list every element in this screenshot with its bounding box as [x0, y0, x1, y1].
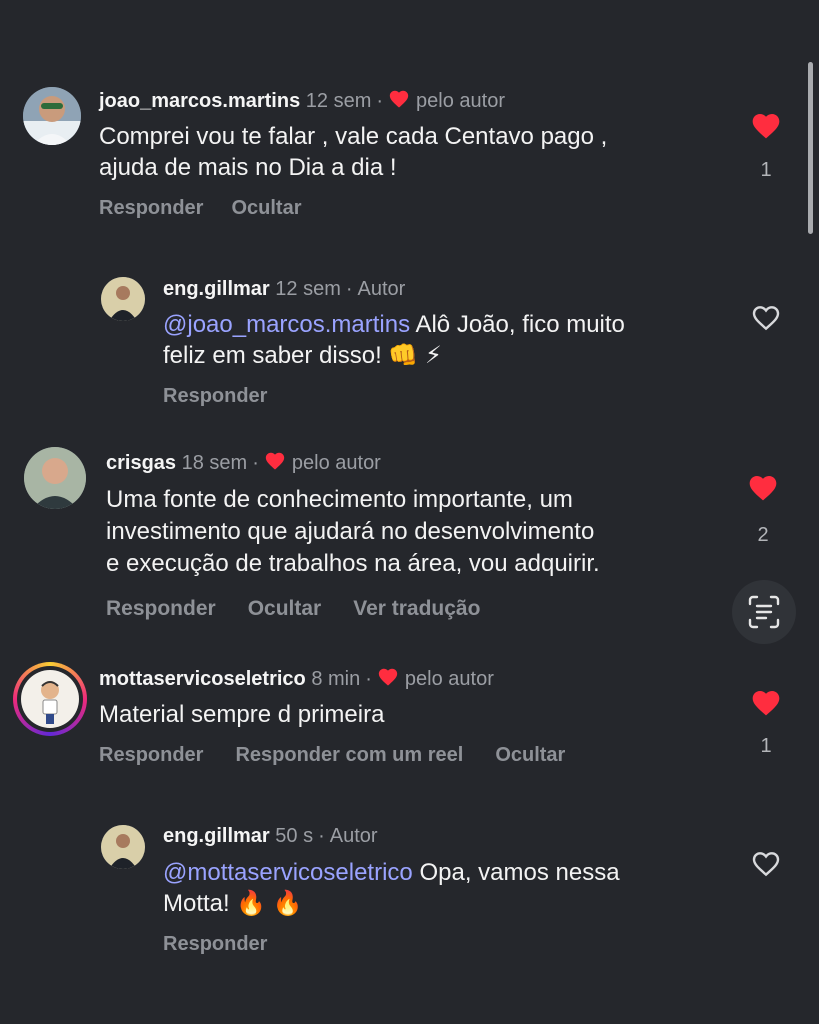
author-label: Autor: [357, 278, 406, 300]
avatar[interactable]: [24, 447, 86, 509]
like-button[interactable]: [746, 687, 786, 724]
text-scan-icon: [748, 595, 780, 629]
scrollbar[interactable]: [808, 62, 813, 234]
avatar-story-ring[interactable]: [13, 662, 87, 736]
heart-outline-icon: [750, 848, 782, 880]
hide-button[interactable]: Ocultar: [495, 744, 565, 766]
hide-button[interactable]: Ocultar: [231, 197, 301, 219]
timestamp: 12 sem: [275, 278, 341, 300]
reply-button[interactable]: Responder: [99, 197, 203, 219]
like-button[interactable]: [743, 472, 783, 509]
timestamp: 50 s: [275, 825, 314, 847]
comment-actions: Responder: [163, 933, 295, 956]
like-count: 1: [760, 159, 772, 181]
liked-by-author-label: pelo autor: [416, 90, 505, 112]
comment-header: crisgas 18 sem · pelo autor: [106, 450, 381, 474]
comment-text: @mottaservicoseletrico Opa, vamos nessa …: [163, 859, 620, 917]
comment-text: Material sempre d primeira: [99, 701, 385, 728]
comment-actions: Responder Responder com um reel Ocultar: [99, 744, 593, 767]
comment-actions: Responder: [163, 385, 295, 408]
reply-button[interactable]: Responder: [99, 744, 203, 766]
author-label: Autor: [329, 825, 378, 847]
timestamp: 18 sem: [181, 452, 248, 474]
see-translation-button[interactable]: Ver tradução: [353, 597, 480, 620]
username[interactable]: mottaservicoseletrico: [99, 668, 306, 690]
comment-text: @joao_marcos.martins Alô João, fico muit…: [163, 311, 625, 369]
reply-with-reel-button[interactable]: Responder com um reel: [235, 744, 463, 766]
heart-outline-icon: [750, 302, 782, 334]
like-button[interactable]: [746, 848, 786, 885]
mention-link[interactable]: @mottaservicoseletrico: [163, 859, 413, 886]
username[interactable]: crisgas: [106, 452, 176, 474]
like-button[interactable]: [746, 110, 786, 147]
avatar[interactable]: [101, 825, 145, 869]
like-count: 1: [760, 735, 772, 757]
comment-header: mottaservicoseletrico 8 min · pelo autor: [99, 666, 494, 690]
timestamp: 12 sem: [305, 90, 372, 112]
username[interactable]: eng.gillmar: [163, 825, 270, 847]
reply-button[interactable]: Responder: [163, 933, 267, 955]
comment-text: Uma fonte de conhecimento importante, um…: [106, 486, 600, 577]
reply-button[interactable]: Responder: [163, 385, 267, 407]
reply-button[interactable]: Responder: [106, 597, 216, 620]
avatar[interactable]: [23, 87, 81, 145]
comment-header: eng.gillmar 12 sem · Autor: [163, 278, 406, 300]
heart-icon: [750, 110, 782, 142]
heart-icon: [264, 450, 286, 472]
comment-header: eng.gillmar 50 s · Autor: [163, 825, 378, 847]
timestamp: 8 min: [311, 668, 361, 690]
avatar[interactable]: [101, 277, 145, 321]
liked-by-author-label: pelo autor: [291, 452, 381, 474]
heart-icon: [747, 472, 779, 504]
heart-icon: [377, 666, 399, 688]
hide-button[interactable]: Ocultar: [248, 597, 322, 620]
comment-text: Comprei vou te falar , vale cada Centavo…: [99, 123, 608, 181]
liked-by-author-label: pelo autor: [404, 668, 494, 690]
heart-icon: [388, 88, 410, 110]
comment-actions: Responder Ocultar: [99, 197, 330, 220]
comment-header: joao_marcos.martins 12 sem · pelo autor: [99, 88, 505, 112]
username[interactable]: joao_marcos.martins: [99, 90, 300, 112]
like-button[interactable]: [746, 302, 786, 339]
comment-actions: Responder Ocultar Ver tradução: [106, 597, 508, 621]
mention-link[interactable]: @joao_marcos.martins: [163, 311, 410, 338]
text-scan-button[interactable]: [732, 580, 796, 644]
username[interactable]: eng.gillmar: [163, 278, 270, 300]
heart-icon: [750, 687, 782, 719]
like-count: 2: [757, 524, 769, 546]
